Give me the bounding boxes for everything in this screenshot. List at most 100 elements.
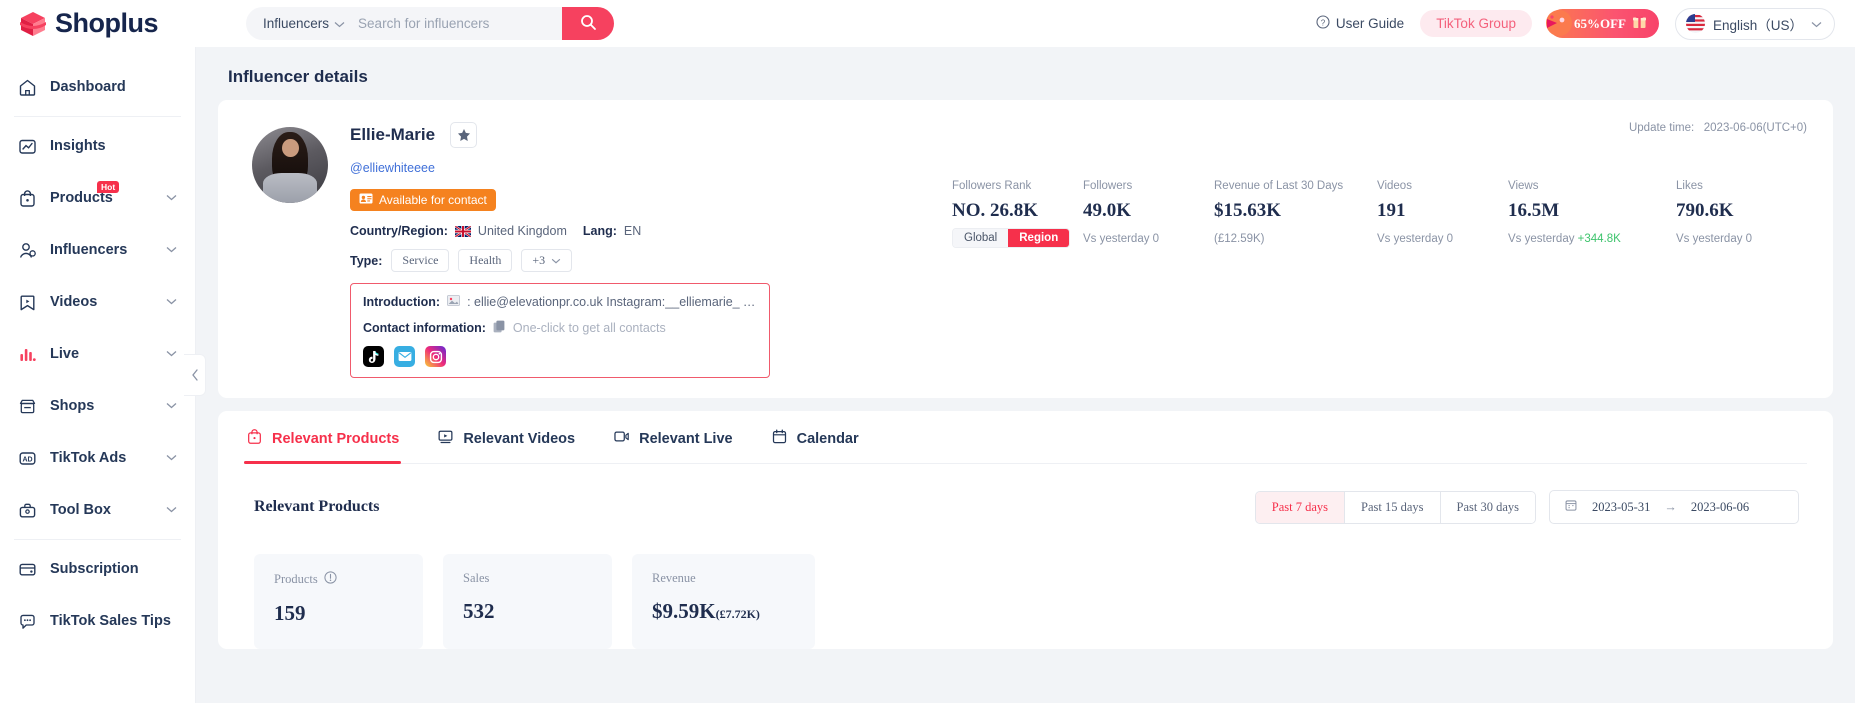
language-selector[interactable]: English（US） [1674,7,1835,40]
date-range-picker[interactable]: 2023-05-31 → 2023-06-06 [1549,490,1799,524]
stat-revenue-30d: Revenue of Last 30 Days $15.63K (£12.59K… [1214,180,1377,378]
range-past-15-days[interactable]: Past 15 days [1345,491,1441,523]
range-past-30-days[interactable]: Past 30 days [1440,491,1535,523]
metric-value: 159 [274,601,306,625]
stat-label: Views [1508,180,1539,192]
sidebar-item-label: Tool Box [50,502,111,518]
svg-text:AD: AD [22,456,32,463]
tab-relevant-videos[interactable]: Relevant Videos [435,411,577,463]
sidebar-item-tiktok-sales-tips[interactable]: TikTok Sales Tips [0,595,195,647]
insights-icon [18,137,37,156]
sidebar-item-dashboard[interactable]: Dashboard [0,61,195,113]
type-tag: Health [458,249,513,272]
sidebar-item-videos[interactable]: Videos [0,276,195,328]
country-value: United Kingdom [477,224,567,238]
influencer-handle-link[interactable]: @elliewhiteeee [350,161,435,175]
uk-flag-icon [454,225,471,237]
metric-value-sub: (£7.72K) [715,607,760,621]
toolbox-icon [18,501,37,520]
search-input[interactable] [356,16,562,31]
svg-text:?: ? [1321,18,1326,27]
sidebar-divider [14,116,181,117]
contact-card-icon [359,193,373,207]
tab-calendar[interactable]: Calendar [769,411,861,463]
sidebar-item-subscription[interactable]: Subscription [0,543,195,595]
tab-relevant-products[interactable]: Relevant Products [244,411,402,464]
contact-information-hint[interactable]: One-click to get all contacts [513,321,666,335]
chevron-down-icon [1811,16,1822,31]
tiktok-icon[interactable] [363,346,384,367]
avatar[interactable] [252,127,328,203]
stat-value: 790.6K [1676,200,1734,221]
sidebar-item-insights[interactable]: Insights [0,120,195,172]
shoplus-logo-icon [18,9,48,39]
type-more-button[interactable]: +3 [521,249,573,272]
search-category-select[interactable]: Influencers [246,16,356,31]
rank-scope-global[interactable]: Global [953,229,1009,247]
influencer-name: Ellie-Marie [350,125,436,144]
sidebar-item-products[interactable]: Products Hot [0,172,195,224]
stat-sub: (£12.59K) [1214,233,1265,245]
stat-sub: Vs yesterday 0 [1083,233,1160,245]
copy-icon[interactable] [493,320,506,336]
stat-label: Followers Rank [952,180,1032,192]
sidebar-item-label: Influencers [50,242,128,258]
date-end-value[interactable]: 2023-06-06 [1691,500,1749,515]
tiktok-group-button[interactable]: TikTok Group [1420,10,1532,37]
country-label: Country/Region: [350,224,448,238]
promo-label: 65%OFF [1573,15,1626,31]
sidebar-item-shops[interactable]: Shops [0,380,195,432]
stat-label: Followers [1083,180,1133,192]
stat-sub: Vs yesterday 0 [1676,233,1753,245]
sidebar-item-tiktok-ads[interactable]: AD TikTok Ads [0,432,195,484]
update-time-label: Update time: [1628,122,1695,134]
range-past-7-days[interactable]: Past 7 days [1255,491,1345,523]
instagram-icon[interactable] [425,346,446,367]
type-tag: Service [391,249,450,272]
lang-value: EN [623,224,642,238]
stat-sub: Vs yesterday 0 [1377,233,1454,245]
sidebar-item-label: Insights [50,138,106,154]
search-submit-button[interactable] [562,7,614,40]
sidebar-item-label: Videos [50,294,98,310]
metric-value: 532 [463,599,495,623]
rank-scope-toggle[interactable]: Global Region [952,228,1071,248]
sidebar-item-tool-box[interactable]: Tool Box [0,484,195,536]
search-bar[interactable]: Influencers [246,7,614,40]
video-icon [437,428,454,449]
app-logo[interactable]: Shoplus [18,8,214,39]
stat-value: 191 [1377,200,1406,221]
contact-information-row: Contact information: One-click to get al… [363,320,757,336]
influencer-profile-card: Update time: 2023-06-06(UTC+0) Ellie-Mar… [218,100,1833,398]
chevron-down-icon [334,16,345,31]
bag-icon [246,428,263,449]
social-links-row [363,346,757,367]
available-for-contact-badge[interactable]: Available for contact [350,189,496,211]
stat-value: 16.5M [1508,200,1560,221]
sidebar-item-live[interactable]: Live [0,328,195,380]
metric-sales: Sales 532 [443,554,612,649]
favorite-star-button[interactable] [450,122,478,148]
user-guide-label: User Guide [1335,16,1405,31]
available-badge-label: Available for contact [379,193,487,207]
tab-label: Relevant Videos [463,430,576,447]
shops-icon [18,397,37,416]
user-guide-button[interactable]: ? User Guide [1316,15,1404,32]
stat-followers-rank: Followers Rank NO. 26.8K Global Region [952,180,1083,378]
sidebar-nav: Dashboard Insights Products Hot Influenc… [0,47,206,703]
question-circle-icon: ? [1316,15,1330,32]
profile-name-row: Ellie-Marie [350,122,912,148]
subscription-icon [18,560,37,579]
sidebar-item-influencers[interactable]: Influencers [0,224,195,276]
mail-icon[interactable] [394,346,415,367]
products-icon [18,189,37,208]
sidebar-collapse-toggle[interactable] [184,354,206,396]
promo-banner-button[interactable]: 65%OFF [1545,9,1659,38]
home-icon [18,78,37,97]
rank-scope-region[interactable]: Region [1008,229,1070,247]
info-icon[interactable] [324,571,337,588]
metric-label-wrap: Sales [463,571,592,586]
date-start-value[interactable]: 2023-05-31 [1592,500,1650,515]
tips-icon [18,612,37,631]
tab-relevant-live[interactable]: Relevant Live [611,411,735,463]
